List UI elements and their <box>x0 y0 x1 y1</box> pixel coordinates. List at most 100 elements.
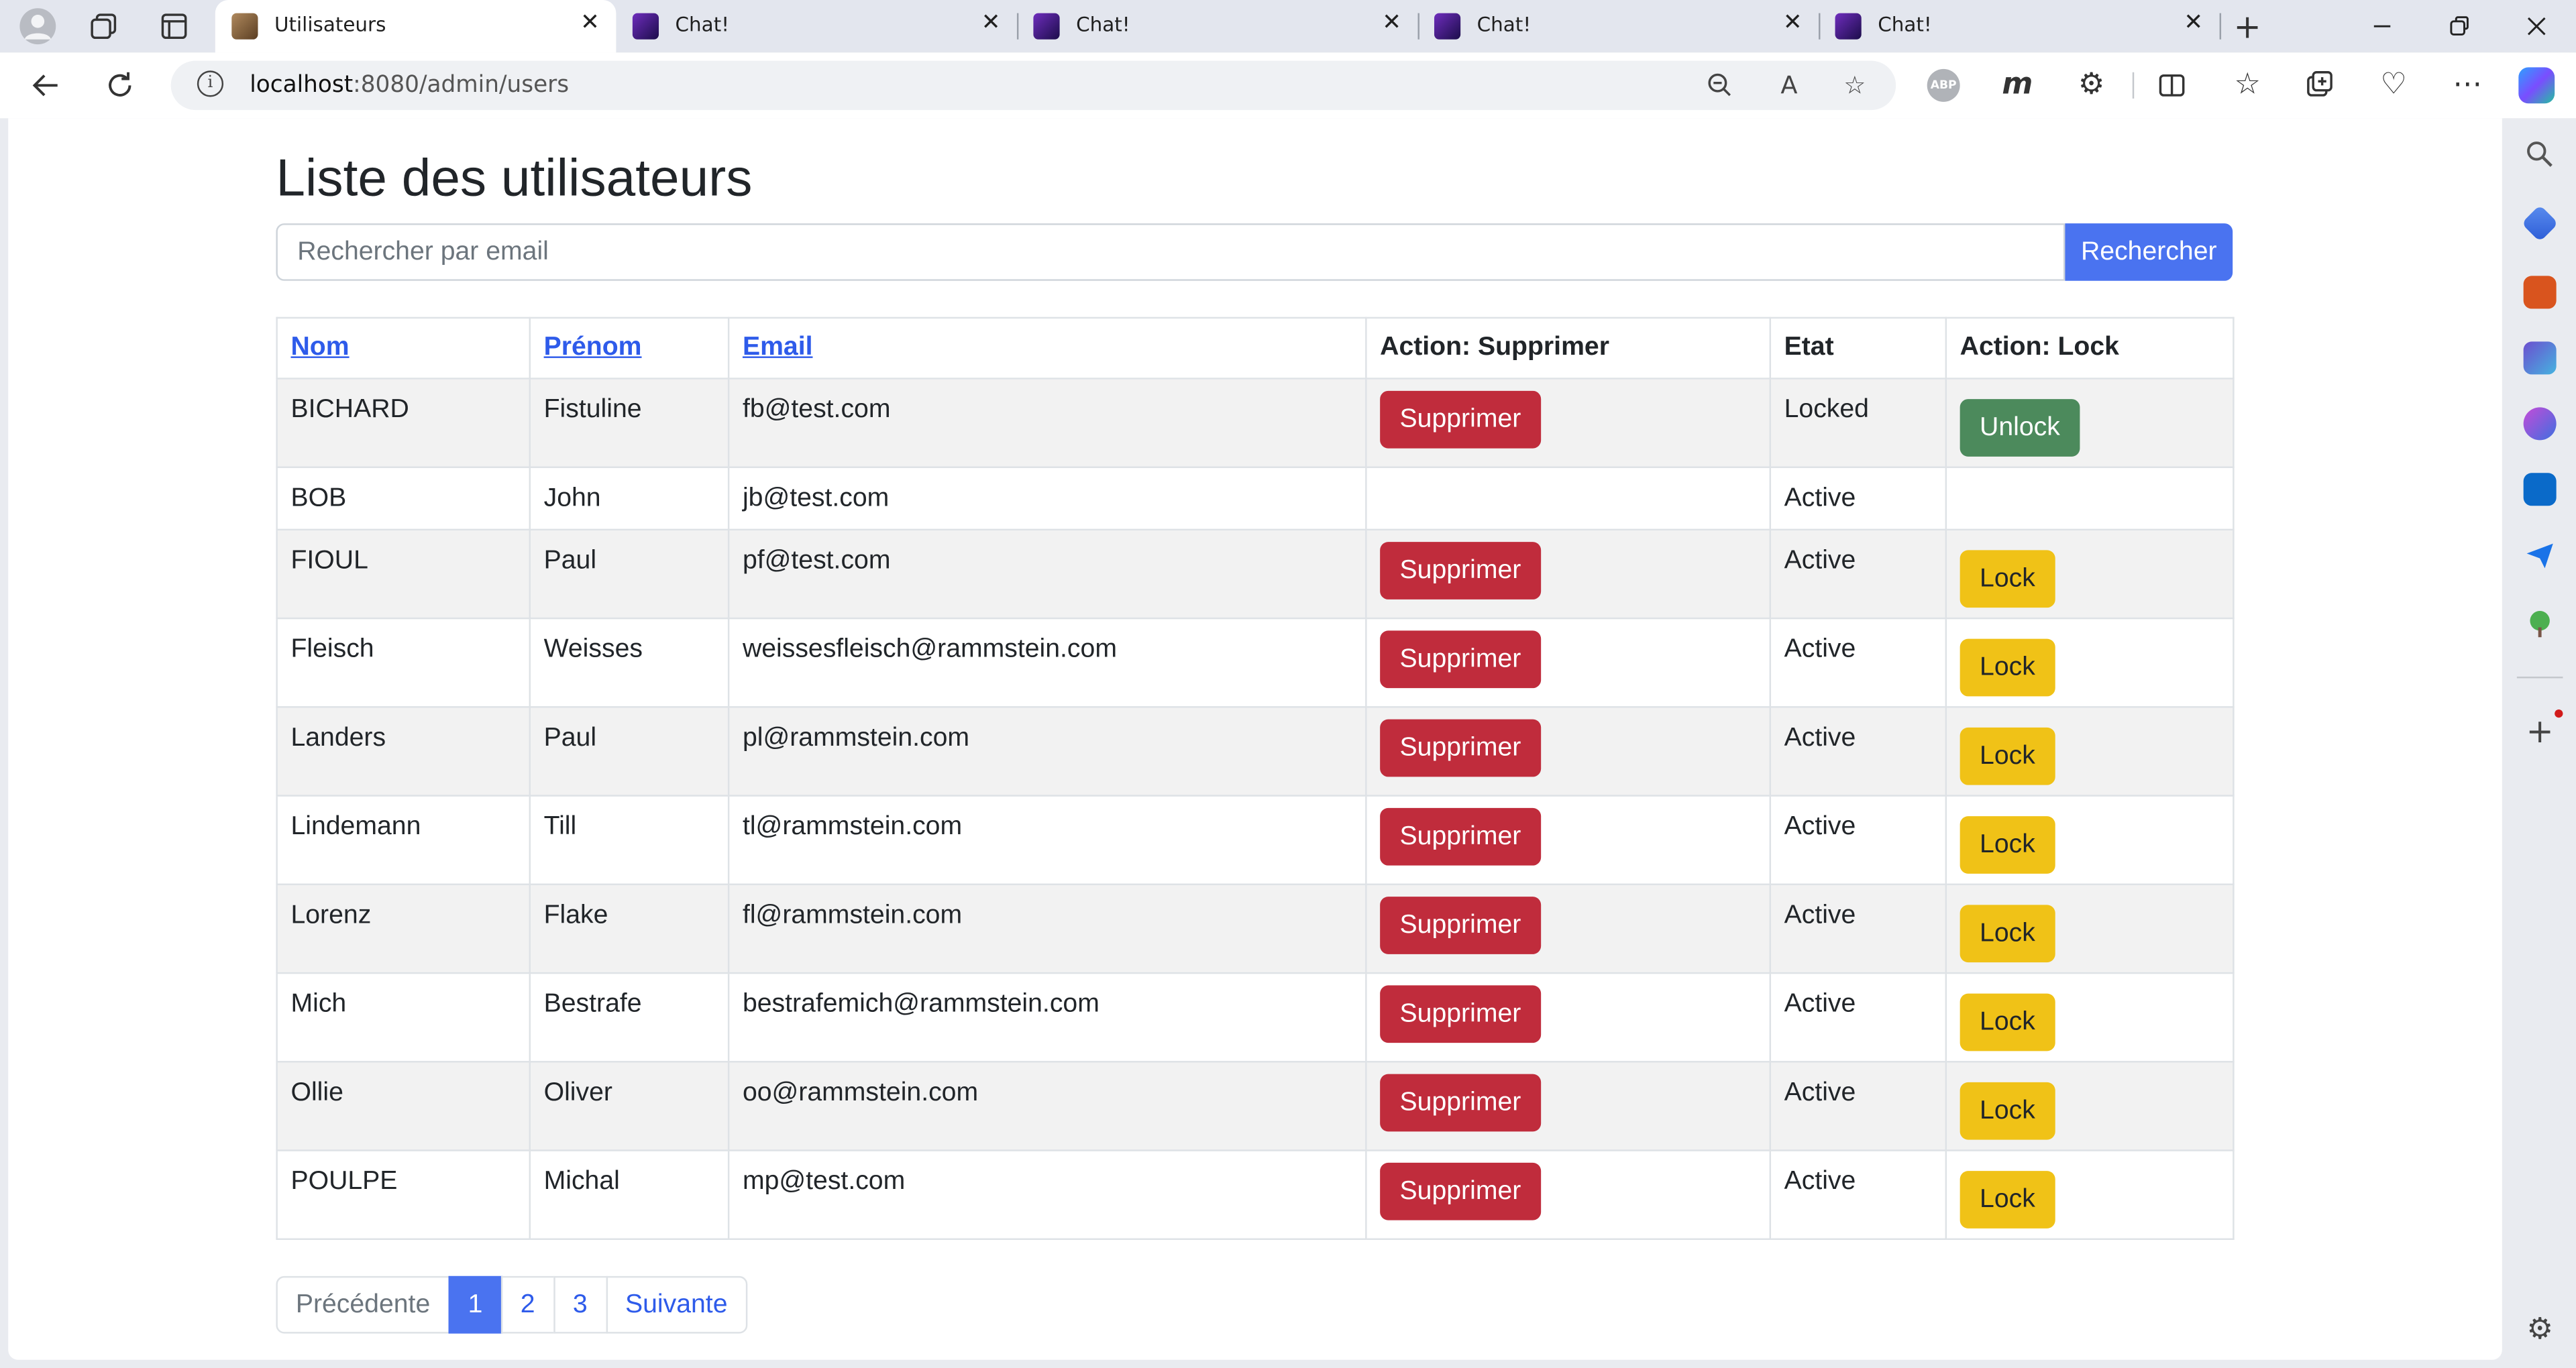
lock-button[interactable]: Lock <box>1960 638 2055 697</box>
extension-m-icon[interactable]: m <box>1999 67 2035 103</box>
browser-essentials-icon[interactable]: ♡ <box>2375 67 2412 103</box>
supprimer-button[interactable]: Supprimer <box>1380 985 1541 1043</box>
sort-by-prenom-link[interactable]: Prénom <box>544 333 642 361</box>
column-header-action-lock: Action: Lock <box>1945 317 2235 380</box>
profile-icon[interactable] <box>19 8 56 45</box>
cell-etat: Active <box>1769 466 1947 531</box>
tab-title: Chat! <box>675 13 730 36</box>
tab-actions-icon[interactable] <box>158 10 191 43</box>
supprimer-button[interactable]: Supprimer <box>1380 897 1541 954</box>
copilot-icon[interactable] <box>2518 67 2555 104</box>
tab-chat[interactable]: Chat! ✕ <box>1819 0 2220 52</box>
search-form: Rechercher <box>276 223 2233 281</box>
address-bar[interactable]: i localhost:8080/admin/users A ☆ <box>170 60 1896 111</box>
cell-email: pl@rammstein.com <box>727 706 1367 797</box>
table-row: POULPE Michal mp@test.com Supprimer Acti… <box>276 1149 2235 1240</box>
lock-button[interactable]: Lock <box>1960 727 2055 785</box>
cell-email: fb@test.com <box>727 378 1367 468</box>
tools-briefcase-icon[interactable] <box>2523 276 2557 309</box>
shopping-tag-icon[interactable] <box>2521 205 2559 242</box>
url-host: localhost <box>250 72 354 99</box>
pagination-page-1[interactable]: 1 <box>448 1275 502 1334</box>
cell-nom: FIOUL <box>276 528 531 620</box>
supprimer-button[interactable]: Supprimer <box>1380 542 1541 600</box>
zoom-icon[interactable] <box>1704 69 1737 102</box>
close-tab-icon[interactable]: ✕ <box>981 10 1001 36</box>
search-icon[interactable] <box>2524 138 2557 171</box>
supprimer-button[interactable]: Supprimer <box>1380 719 1541 777</box>
minimize-icon[interactable] <box>2366 10 2399 43</box>
pagination-next[interactable]: Suivante <box>605 1275 747 1334</box>
lock-button[interactable]: Lock <box>1960 816 2055 874</box>
lock-button[interactable]: Lock <box>1960 550 2055 608</box>
url-text: localhost:8080/admin/users <box>250 72 569 99</box>
column-header-etat: Etat <box>1769 317 1947 380</box>
cell-lock: Lock <box>1945 706 2235 797</box>
table-row: Mich Bestrafe bestrafemich@rammstein.com… <box>276 972 2235 1063</box>
send-icon[interactable] <box>2524 538 2557 571</box>
close-tab-icon[interactable]: ✕ <box>1783 10 1803 36</box>
notification-dot-icon <box>2555 709 2563 718</box>
copilot-sidebar-icon[interactable] <box>2523 407 2557 441</box>
read-aloud-icon[interactable]: A <box>1772 69 1805 102</box>
settings-gear-icon[interactable]: ⚙ <box>2524 1313 2557 1347</box>
tab-utilisateurs[interactable]: Utilisateurs ✕ <box>215 0 616 53</box>
favorite-star-icon[interactable]: ☆ <box>1838 69 1871 102</box>
cell-lock: Unlock <box>1945 378 2235 468</box>
sort-by-nom-link[interactable]: Nom <box>290 333 349 361</box>
cell-lock: Lock <box>1945 972 2235 1063</box>
cell-nom: POULPE <box>276 1149 531 1240</box>
search-email-input[interactable] <box>276 223 2065 281</box>
close-window-icon[interactable] <box>2520 10 2553 43</box>
sort-by-email-link[interactable]: Email <box>743 333 813 361</box>
extensions-puzzle-icon[interactable]: ⚙ <box>2074 67 2110 103</box>
close-tab-icon[interactable]: ✕ <box>580 10 600 36</box>
cell-prenom: Paul <box>529 706 730 797</box>
outlook-icon[interactable] <box>2523 473 2557 506</box>
cell-email: mp@test.com <box>727 1149 1367 1240</box>
tab-chat[interactable]: Chat! ✕ <box>1017 0 1418 52</box>
cell-prenom: Fistuline <box>529 378 730 468</box>
restore-icon[interactable] <box>2443 10 2476 43</box>
cell-email: tl@rammstein.com <box>727 795 1367 886</box>
new-tab-icon[interactable]: + <box>2231 10 2264 43</box>
close-tab-icon[interactable]: ✕ <box>2184 10 2203 36</box>
lock-button[interactable]: Lock <box>1960 905 2055 963</box>
supprimer-button[interactable]: Supprimer <box>1380 807 1541 866</box>
add-icon[interactable]: + <box>2524 714 2557 747</box>
tab-chat[interactable]: Chat! ✕ <box>616 0 1017 52</box>
close-tab-icon[interactable]: ✕ <box>1382 10 1401 36</box>
collections-icon[interactable] <box>2302 67 2338 103</box>
lock-button[interactable]: Lock <box>1960 1082 2055 1140</box>
cell-etat: Locked <box>1769 378 1947 468</box>
pagination-page-3[interactable]: 3 <box>553 1275 608 1334</box>
site-info-icon[interactable]: i <box>197 70 224 97</box>
unlock-button[interactable]: Unlock <box>1960 399 2080 457</box>
supprimer-button[interactable]: Supprimer <box>1380 1162 1541 1220</box>
adblock-plus-icon[interactable]: ABP <box>1927 68 1960 102</box>
refresh-icon[interactable] <box>102 67 138 103</box>
lock-button[interactable]: Lock <box>1960 1171 2055 1229</box>
lock-button[interactable]: Lock <box>1960 993 2055 1051</box>
workspaces-icon[interactable] <box>87 10 120 43</box>
cell-etat: Active <box>1769 1149 1947 1240</box>
column-header-email: Email <box>727 317 1367 380</box>
cell-lock <box>1945 466 2235 531</box>
favorites-icon[interactable]: ☆ <box>2229 67 2265 103</box>
supprimer-button[interactable]: Supprimer <box>1380 390 1541 449</box>
cell-email: jb@test.com <box>727 466 1367 531</box>
tree-icon[interactable] <box>2524 608 2557 640</box>
supprimer-button[interactable]: Supprimer <box>1380 630 1541 689</box>
more-menu-icon[interactable]: ⋯ <box>2449 67 2485 103</box>
read-aloud-label: A <box>1780 70 1798 101</box>
cell-prenom: Oliver <box>529 1061 730 1151</box>
split-screen-icon[interactable] <box>2154 67 2190 103</box>
back-arrow-icon[interactable] <box>28 67 64 103</box>
games-icon[interactable] <box>2523 341 2557 375</box>
supprimer-button[interactable]: Supprimer <box>1380 1074 1541 1132</box>
pagination-page-2[interactable]: 2 <box>500 1275 555 1334</box>
tab-chat[interactable]: Chat! ✕ <box>1417 0 1819 52</box>
cell-lock: Lock <box>1945 795 2235 886</box>
cell-etat: Active <box>1769 528 1947 620</box>
search-button[interactable]: Rechercher <box>2065 223 2233 281</box>
